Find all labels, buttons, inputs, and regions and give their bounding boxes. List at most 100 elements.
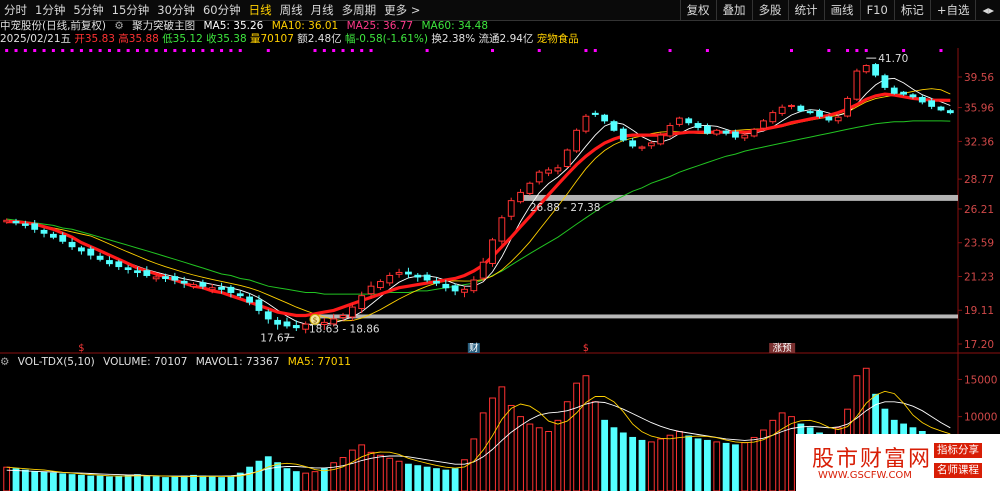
candle-body bbox=[741, 134, 749, 139]
candle[interactable] bbox=[872, 63, 879, 78]
candle[interactable] bbox=[825, 115, 833, 123]
candle-body bbox=[788, 104, 795, 108]
candle[interactable] bbox=[760, 119, 767, 130]
volume-bar bbox=[106, 476, 113, 491]
candle-body bbox=[246, 296, 253, 303]
candle[interactable] bbox=[395, 268, 403, 278]
candle[interactable] bbox=[283, 317, 291, 329]
candle[interactable] bbox=[461, 286, 468, 298]
candle[interactable] bbox=[451, 283, 459, 296]
candle[interactable] bbox=[414, 273, 422, 282]
candle[interactable] bbox=[619, 126, 627, 142]
candle[interactable] bbox=[423, 272, 431, 283]
candle-body bbox=[218, 286, 225, 290]
volume-bar bbox=[535, 427, 543, 491]
signal-dot bbox=[117, 49, 121, 52]
signal-dot bbox=[341, 49, 345, 52]
vol-indicator-name[interactable]: VOL-TDX(5,10) bbox=[18, 356, 95, 368]
candle[interactable] bbox=[834, 115, 842, 124]
candle[interactable] bbox=[563, 148, 571, 169]
candle-body bbox=[134, 270, 141, 273]
volume-bar bbox=[377, 454, 384, 491]
candle[interactable] bbox=[610, 119, 618, 132]
candle[interactable] bbox=[666, 122, 674, 138]
candle[interactable] bbox=[788, 104, 795, 110]
watermark-tag-course[interactable]: 名师课程 bbox=[934, 463, 982, 478]
signal-dot bbox=[902, 49, 906, 52]
candle[interactable] bbox=[264, 309, 272, 324]
volume-bar bbox=[31, 471, 39, 491]
watermark-tag-share[interactable]: 指标分享 bbox=[934, 443, 982, 458]
candle-body bbox=[274, 319, 282, 325]
event-marker-s1[interactable]: $ bbox=[78, 343, 84, 354]
event-marker-s3[interactable]: $ bbox=[583, 343, 589, 354]
signal-dot bbox=[79, 49, 83, 52]
candle[interactable] bbox=[797, 104, 805, 113]
candle[interactable] bbox=[526, 181, 534, 196]
candle[interactable] bbox=[377, 279, 384, 290]
candle[interactable] bbox=[507, 197, 515, 221]
candle[interactable] bbox=[31, 220, 39, 233]
candle[interactable] bbox=[40, 228, 48, 238]
candle[interactable] bbox=[386, 272, 394, 286]
candle[interactable] bbox=[685, 117, 693, 126]
candle[interactable] bbox=[489, 237, 496, 267]
vol-tick-label: 15000 bbox=[964, 374, 997, 386]
candle[interactable] bbox=[591, 110, 599, 117]
candle-body bbox=[816, 111, 823, 117]
candle[interactable] bbox=[647, 141, 655, 149]
candle[interactable] bbox=[470, 276, 478, 294]
candle[interactable] bbox=[545, 167, 552, 177]
candle-body bbox=[255, 299, 263, 311]
candle[interactable] bbox=[274, 316, 282, 330]
candle[interactable] bbox=[171, 272, 179, 285]
candle[interactable] bbox=[255, 295, 263, 315]
signal-dot bbox=[238, 49, 242, 52]
candle[interactable] bbox=[862, 64, 870, 74]
candle-body bbox=[685, 118, 693, 124]
candle[interactable] bbox=[675, 116, 683, 127]
candle[interactable] bbox=[433, 277, 440, 287]
candle[interactable] bbox=[106, 256, 113, 267]
candle[interactable] bbox=[498, 215, 506, 245]
candle[interactable] bbox=[946, 108, 954, 115]
candle[interactable] bbox=[638, 145, 646, 151]
candle[interactable] bbox=[49, 231, 57, 240]
candle[interactable] bbox=[405, 267, 412, 279]
gear-icon[interactable]: ⚙ bbox=[0, 356, 9, 368]
kline-chart[interactable]: 39.56 35.96 32.36 28.77 26.21 23.59 21.23 19.11… bbox=[0, 0, 1000, 491]
candle[interactable] bbox=[554, 164, 562, 175]
candle-body bbox=[517, 191, 524, 203]
candle[interactable] bbox=[890, 85, 898, 95]
candle[interactable] bbox=[937, 105, 945, 112]
candle[interactable] bbox=[78, 245, 85, 255]
candle[interactable] bbox=[96, 252, 104, 262]
candle[interactable] bbox=[881, 73, 889, 90]
candle[interactable] bbox=[769, 110, 777, 124]
candle[interactable] bbox=[573, 128, 580, 153]
volume-bar bbox=[638, 439, 646, 491]
volume-bar bbox=[713, 441, 721, 491]
candle[interactable] bbox=[694, 121, 702, 131]
candle[interactable] bbox=[750, 127, 758, 138]
candle[interactable] bbox=[853, 68, 861, 101]
candle[interactable] bbox=[629, 137, 637, 149]
candle-body bbox=[638, 146, 646, 149]
candle-body bbox=[96, 255, 104, 260]
candle-body bbox=[87, 248, 95, 256]
volume-bar bbox=[573, 382, 580, 491]
event-marker-s4[interactable]: 涨预 bbox=[773, 343, 793, 354]
candle-body bbox=[367, 285, 375, 295]
candle-body bbox=[909, 94, 917, 98]
candle[interactable] bbox=[143, 266, 151, 278]
candle[interactable] bbox=[844, 96, 851, 118]
event-marker-s2[interactable]: 财 bbox=[469, 342, 479, 354]
candle[interactable] bbox=[918, 95, 926, 105]
candle[interactable] bbox=[517, 188, 524, 204]
candle[interactable] bbox=[535, 169, 543, 185]
candle[interactable] bbox=[601, 113, 609, 124]
candle[interactable] bbox=[582, 113, 590, 134]
candle[interactable] bbox=[778, 104, 786, 116]
candle-body bbox=[21, 223, 29, 226]
candle[interactable] bbox=[713, 128, 721, 136]
